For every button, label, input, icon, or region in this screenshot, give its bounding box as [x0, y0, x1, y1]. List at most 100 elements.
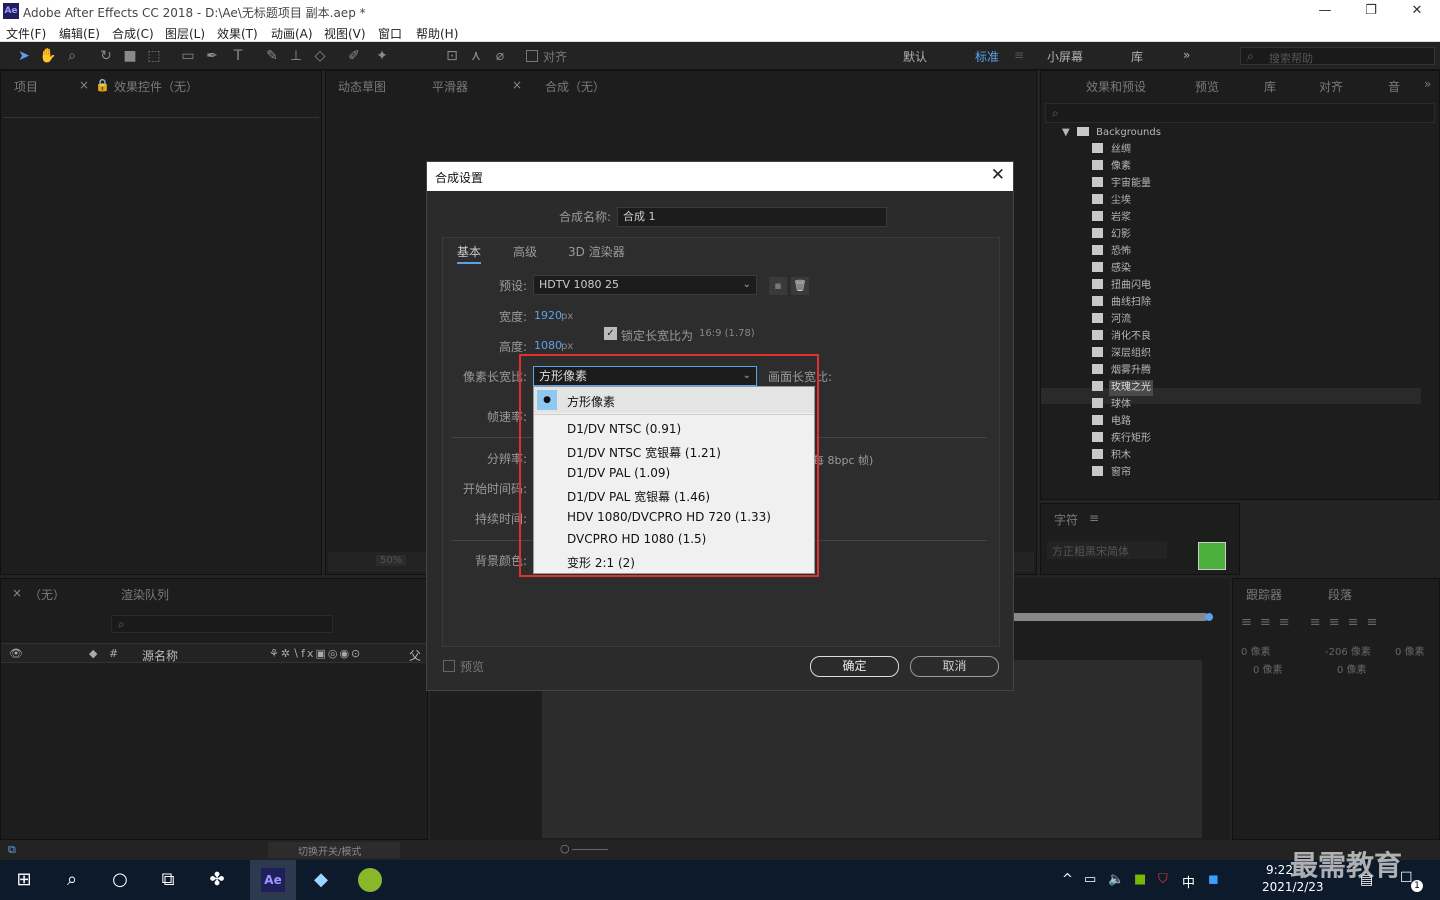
zoom-level[interactable]: 50%	[376, 555, 407, 566]
puppet-tool-icon[interactable]: ✦	[372, 46, 392, 66]
tab-effects-presets[interactable]: 效果和预设	[1086, 78, 1146, 95]
world-axis-icon[interactable]: ⋏	[466, 46, 486, 66]
zoom-tool-icon[interactable]: ⌕	[62, 46, 82, 66]
comp-name-input[interactable]: 合成 1	[617, 207, 887, 227]
preview-checkbox[interactable]	[443, 660, 455, 672]
workspace-library[interactable]: 库	[1131, 48, 1143, 65]
windows-start-icon[interactable]: ⊞	[12, 868, 36, 892]
work-area-bar[interactable]	[1014, 613, 1206, 621]
help-search-input[interactable]: ⌕ 搜索帮助	[1240, 47, 1435, 65]
hand-tool-icon[interactable]: ✋	[38, 46, 58, 66]
tab-motion-sketch[interactable]: 动态草图	[338, 78, 386, 95]
snap-checkbox[interactable]	[526, 50, 538, 62]
rotate-tool-icon[interactable]: ↻	[96, 46, 116, 66]
workspace-default[interactable]: 默认	[903, 48, 927, 65]
effect-preset-item[interactable]: 丝绸	[1092, 142, 1133, 158]
effect-preset-item[interactable]: 疾行矩形	[1092, 431, 1153, 447]
more-tabs-icon[interactable]: »	[1424, 77, 1431, 91]
effect-preset-item[interactable]: 岩浆	[1092, 210, 1133, 226]
workspace-menu-icon[interactable]: ≡	[1014, 48, 1024, 62]
effect-preset-item[interactable]: 恐怖	[1092, 244, 1133, 260]
first-line-indent-value[interactable]: 0 像素	[1395, 643, 1425, 658]
selection-tool-icon[interactable]: ➤	[14, 46, 34, 66]
effect-preset-item[interactable]: 消化不良	[1092, 329, 1153, 345]
effect-preset-item[interactable]: 烟雾升腾	[1092, 363, 1153, 379]
eraser-tool-icon[interactable]: ◇	[310, 46, 330, 66]
source-name-header[interactable]: 源名称	[142, 647, 178, 664]
security-icon[interactable]: ⛉	[1158, 872, 1168, 887]
network-icon[interactable]: ▭	[1084, 872, 1096, 887]
switches-icons[interactable]: ⚘✲∖fx▣◎◉⊙	[269, 647, 362, 660]
indent-right-value[interactable]: -206 像素	[1325, 643, 1371, 658]
view-axis-icon[interactable]: ⌀	[490, 46, 510, 66]
tab-project[interactable]: 项目	[14, 78, 38, 95]
tab-tracker[interactable]: 跟踪器	[1246, 586, 1282, 603]
rectangle-tool-icon[interactable]: ▭	[178, 46, 198, 66]
panel-menu-icon[interactable]: ≡	[1089, 511, 1099, 525]
cancel-button[interactable]: 取消	[910, 656, 999, 677]
tab-composition[interactable]: 合成（无）	[545, 78, 605, 95]
qq-icon[interactable]: ◼	[1208, 872, 1219, 887]
menu-window[interactable]: 窗口	[378, 25, 402, 42]
parent-header[interactable]: 父	[409, 647, 421, 664]
layer-search-input[interactable]: ⌕	[111, 615, 333, 633]
tab-advanced[interactable]: 高级	[513, 243, 537, 260]
pen-tool-icon[interactable]: ✒	[202, 46, 222, 66]
tab-paragraph[interactable]: 段落	[1328, 586, 1352, 603]
dialog-close-icon[interactable]: ✕	[991, 165, 1005, 185]
space-before-value[interactable]: 0 像素	[1253, 661, 1283, 676]
clock-time[interactable]: 9:22	[1266, 863, 1293, 877]
workspace-small-screen[interactable]: 小屏幕	[1047, 48, 1083, 65]
menu-layer[interactable]: 图层(L)	[165, 25, 205, 42]
effect-preset-item[interactable]: 深层组织	[1092, 346, 1153, 362]
volume-icon[interactable]: 🔈	[1108, 872, 1124, 887]
folder-backgrounds[interactable]: ▼ Backgrounds	[1062, 127, 1161, 138]
close-tab-icon[interactable]: ×	[512, 78, 522, 92]
close-tab-icon[interactable]: ×	[79, 78, 89, 92]
height-value[interactable]: 1080	[534, 339, 562, 352]
menu-view[interactable]: 视图(V)	[324, 25, 366, 42]
visibility-icon[interactable]: 👁	[9, 647, 23, 660]
effect-preset-item[interactable]: 感染	[1092, 261, 1133, 277]
green-app-icon[interactable]	[358, 868, 382, 892]
effect-preset-item[interactable]: 窗帘	[1092, 465, 1133, 481]
type-tool-icon[interactable]: T	[228, 46, 248, 66]
tab-character[interactable]: 字符	[1054, 511, 1078, 528]
effect-preset-item[interactable]: 玫瑰之光	[1092, 380, 1153, 396]
ime-indicator[interactable]: 中	[1182, 872, 1195, 891]
tray-expand-icon[interactable]: ^	[1062, 872, 1073, 887]
effect-preset-item[interactable]: 曲线扫除	[1092, 295, 1153, 311]
search-icon[interactable]: ⌕	[60, 868, 84, 892]
menu-edit[interactable]: 编辑(E)	[59, 25, 100, 42]
minimize-icon[interactable]: —	[1302, 0, 1348, 22]
task-view-icon[interactable]: ⧉	[156, 868, 180, 892]
effect-preset-item[interactable]: 河流	[1092, 312, 1133, 328]
width-value[interactable]: 1920	[534, 309, 562, 322]
menu-composition[interactable]: 合成(C)	[112, 25, 154, 42]
menu-animation[interactable]: 动画(A)	[271, 25, 313, 42]
tab-audio[interactable]: 音	[1388, 78, 1400, 95]
menu-file[interactable]: 文件(F)	[6, 25, 46, 42]
tab-effects-controls[interactable]: 效果控件（无）	[114, 78, 198, 95]
pinwheel-app-icon[interactable]: ✤	[205, 868, 229, 892]
tab-render-queue[interactable]: 渲染队列	[121, 586, 169, 603]
label-icon[interactable]: ◆	[89, 647, 97, 660]
lock-aspect-checkbox[interactable]: ✓	[604, 327, 617, 340]
ae-app-icon[interactable]: Ae	[261, 868, 285, 892]
maximize-icon[interactable]: ❐	[1348, 0, 1394, 22]
clone-stamp-tool-icon[interactable]: ⊥	[286, 46, 306, 66]
roto-brush-tool-icon[interactable]: ✐	[344, 46, 364, 66]
effect-preset-item[interactable]: 像素	[1092, 159, 1133, 175]
effect-preset-item[interactable]: 幻影	[1092, 227, 1133, 243]
effects-search-input[interactable]: ⌕	[1045, 103, 1435, 123]
toggle-modes-button[interactable]: 切换开关/模式	[268, 842, 400, 858]
zoom-slider-icon[interactable]: ○	[560, 842, 570, 855]
indent-left-value[interactable]: 0 像素	[1241, 643, 1271, 658]
workspace-standard[interactable]: 标准	[975, 48, 999, 65]
menu-help[interactable]: 帮助(H)	[416, 25, 458, 42]
pan-behind-tool-icon[interactable]: ⬚	[144, 46, 164, 66]
delete-preset-icon[interactable]: 🗑	[791, 277, 809, 295]
local-axis-icon[interactable]: ⊡	[442, 46, 462, 66]
zoom-slider-track[interactable]	[572, 849, 608, 850]
font-family-select[interactable]: 方正粗黑宋简体	[1047, 541, 1167, 559]
